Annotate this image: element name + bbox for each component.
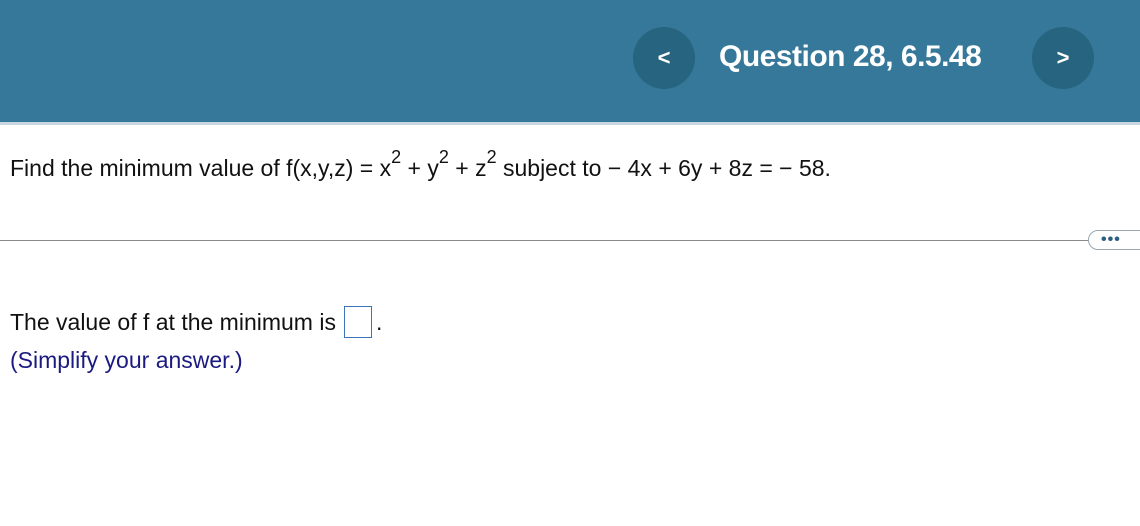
simplify-hint: (Simplify your answer.): [10, 347, 243, 373]
ellipsis-icon: •••: [1101, 231, 1121, 248]
next-question-button[interactable]: >: [1032, 27, 1094, 89]
answer-period: .: [375, 308, 383, 335]
answer-line: The value of f at the minimum is .: [10, 306, 382, 338]
previous-question-button[interactable]: <: [633, 27, 695, 89]
answer-prompt-label: The value of f at the minimum is: [10, 308, 336, 335]
chevron-right-icon: >: [1056, 45, 1070, 70]
prompt-term: + z: [448, 155, 487, 181]
exponent: 2: [438, 147, 449, 168]
question-header: < Question 28, 6.5.48 >: [0, 0, 1140, 125]
chevron-left-icon: <: [657, 45, 671, 70]
exponent: 2: [391, 147, 402, 168]
question-title: Question 28, 6.5.48: [719, 40, 982, 73]
section-divider: [0, 240, 1098, 241]
prompt-term: + y: [401, 155, 439, 181]
prompt-constraint: subject to − 4x + 6y + 8z = − 58.: [496, 155, 831, 181]
answer-input-box[interactable]: [343, 306, 372, 338]
question-prompt: Find the minimum value of f(x,y,z) = x2 …: [10, 148, 831, 184]
exponent: 2: [486, 147, 497, 168]
prompt-lead: Find the minimum value of f(x,y,z) = x: [10, 155, 392, 181]
more-options-button[interactable]: •••: [1088, 230, 1140, 250]
